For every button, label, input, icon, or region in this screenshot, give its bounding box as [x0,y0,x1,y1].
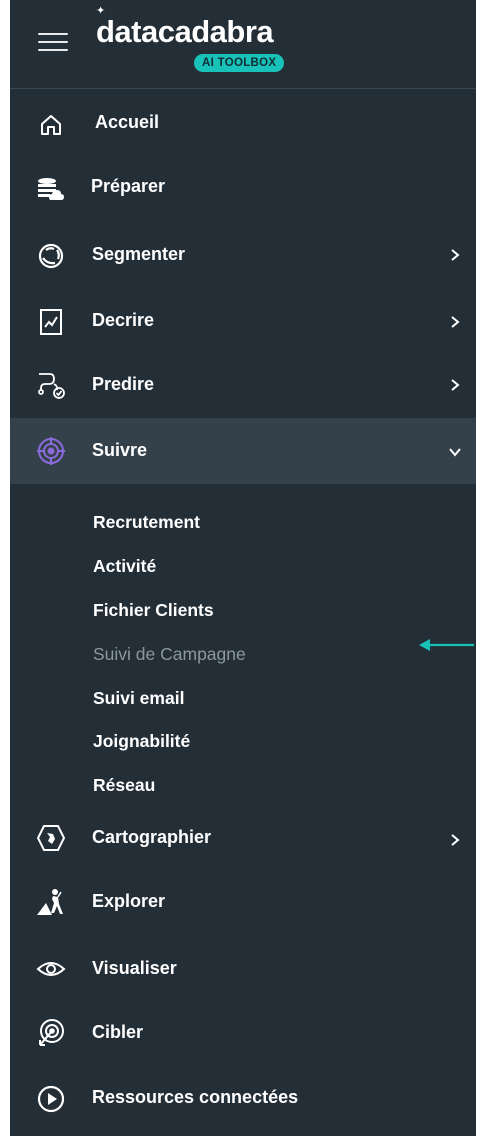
nav-label-visualiser: Visualiser [92,958,177,978]
nav-label-cibler: Cibler [92,1022,144,1042]
nav-item-explorer[interactable]: Explorer [10,872,476,934]
nav-label-explorer: Explorer [92,891,166,911]
submenu-item-suivi-de-campagne[interactable]: Suivi de Campagne [93,644,246,665]
nav-label-decrire: Decrire [92,310,155,330]
nav-item-suivre[interactable]: Suivre [10,418,476,484]
submenu-item-reseau[interactable]: Réseau [93,775,155,796]
nav-label-preparer: Préparer [91,176,166,196]
sidebar-header: ✦ datacadabra AI TOOLBOX [10,0,476,89]
submenu-item-joignabilite[interactable]: Joignabilité [93,731,190,752]
segment-ring-icon [36,241,66,271]
brand-logo: ✦ datacadabra AI TOOLBOX [96,5,306,78]
nav-item-segmenter[interactable]: Segmenter [10,224,476,286]
nav-label-segmenter: Segmenter [92,244,186,264]
eye-icon [36,954,66,984]
explorer-mountain-icon [36,886,66,916]
submenu-item-activite[interactable]: Activité [93,556,156,577]
submenu-item-recrutement[interactable]: Recrutement [93,512,200,533]
home-icon [36,110,66,140]
nav-label-predire: Predire [92,374,155,394]
hamburger-icon[interactable] [38,33,68,53]
nav-item-predire[interactable]: Predire [10,354,476,416]
database-cloud-icon [36,174,66,204]
map-hex-icon [36,823,66,853]
nav-item-preparer[interactable]: Préparer [10,158,476,216]
chevron-right-icon[interactable] [448,315,462,329]
route-check-icon [36,370,66,400]
ai-toolbox-badge: AI TOOLBOX [194,54,285,72]
target-radar-icon [36,436,66,466]
nav-item-visualiser[interactable]: Visualiser [10,938,476,1000]
chevron-down-icon[interactable] [448,445,462,459]
play-circle-icon [36,1084,66,1114]
submenu-item-suivi-email[interactable]: Suivi email [93,688,184,709]
nav-item-accueil[interactable]: Accueil [10,96,476,154]
nav-label-cartographier: Cartographier [92,827,212,847]
nav-item-decrire[interactable]: Decrire [10,290,476,352]
submenu-item-fichier-clients[interactable]: Fichier Clients [93,600,214,621]
arrow-left-icon [419,639,474,651]
chevron-right-icon[interactable] [448,833,462,847]
sidebar: ✦ datacadabra AI TOOLBOX Accueil Prépare… [10,0,476,1136]
brand-name: datacadabra [96,14,274,49]
nav-item-cibler[interactable]: Cibler [10,1002,476,1064]
nav-label-ressources-connectees: Ressources connectées [92,1087,299,1107]
nav-label-accueil: Accueil [95,112,160,132]
nav-label-suivre: Suivre [92,440,148,460]
chart-document-icon [36,307,66,337]
nav-item-cartographier[interactable]: Cartographier [10,806,476,870]
chevron-right-icon[interactable] [448,378,462,392]
chevron-right-icon[interactable] [448,248,462,262]
nav-item-ressources-connectees[interactable]: Ressources connectées [10,1068,476,1130]
target-arrow-icon [36,1018,66,1048]
